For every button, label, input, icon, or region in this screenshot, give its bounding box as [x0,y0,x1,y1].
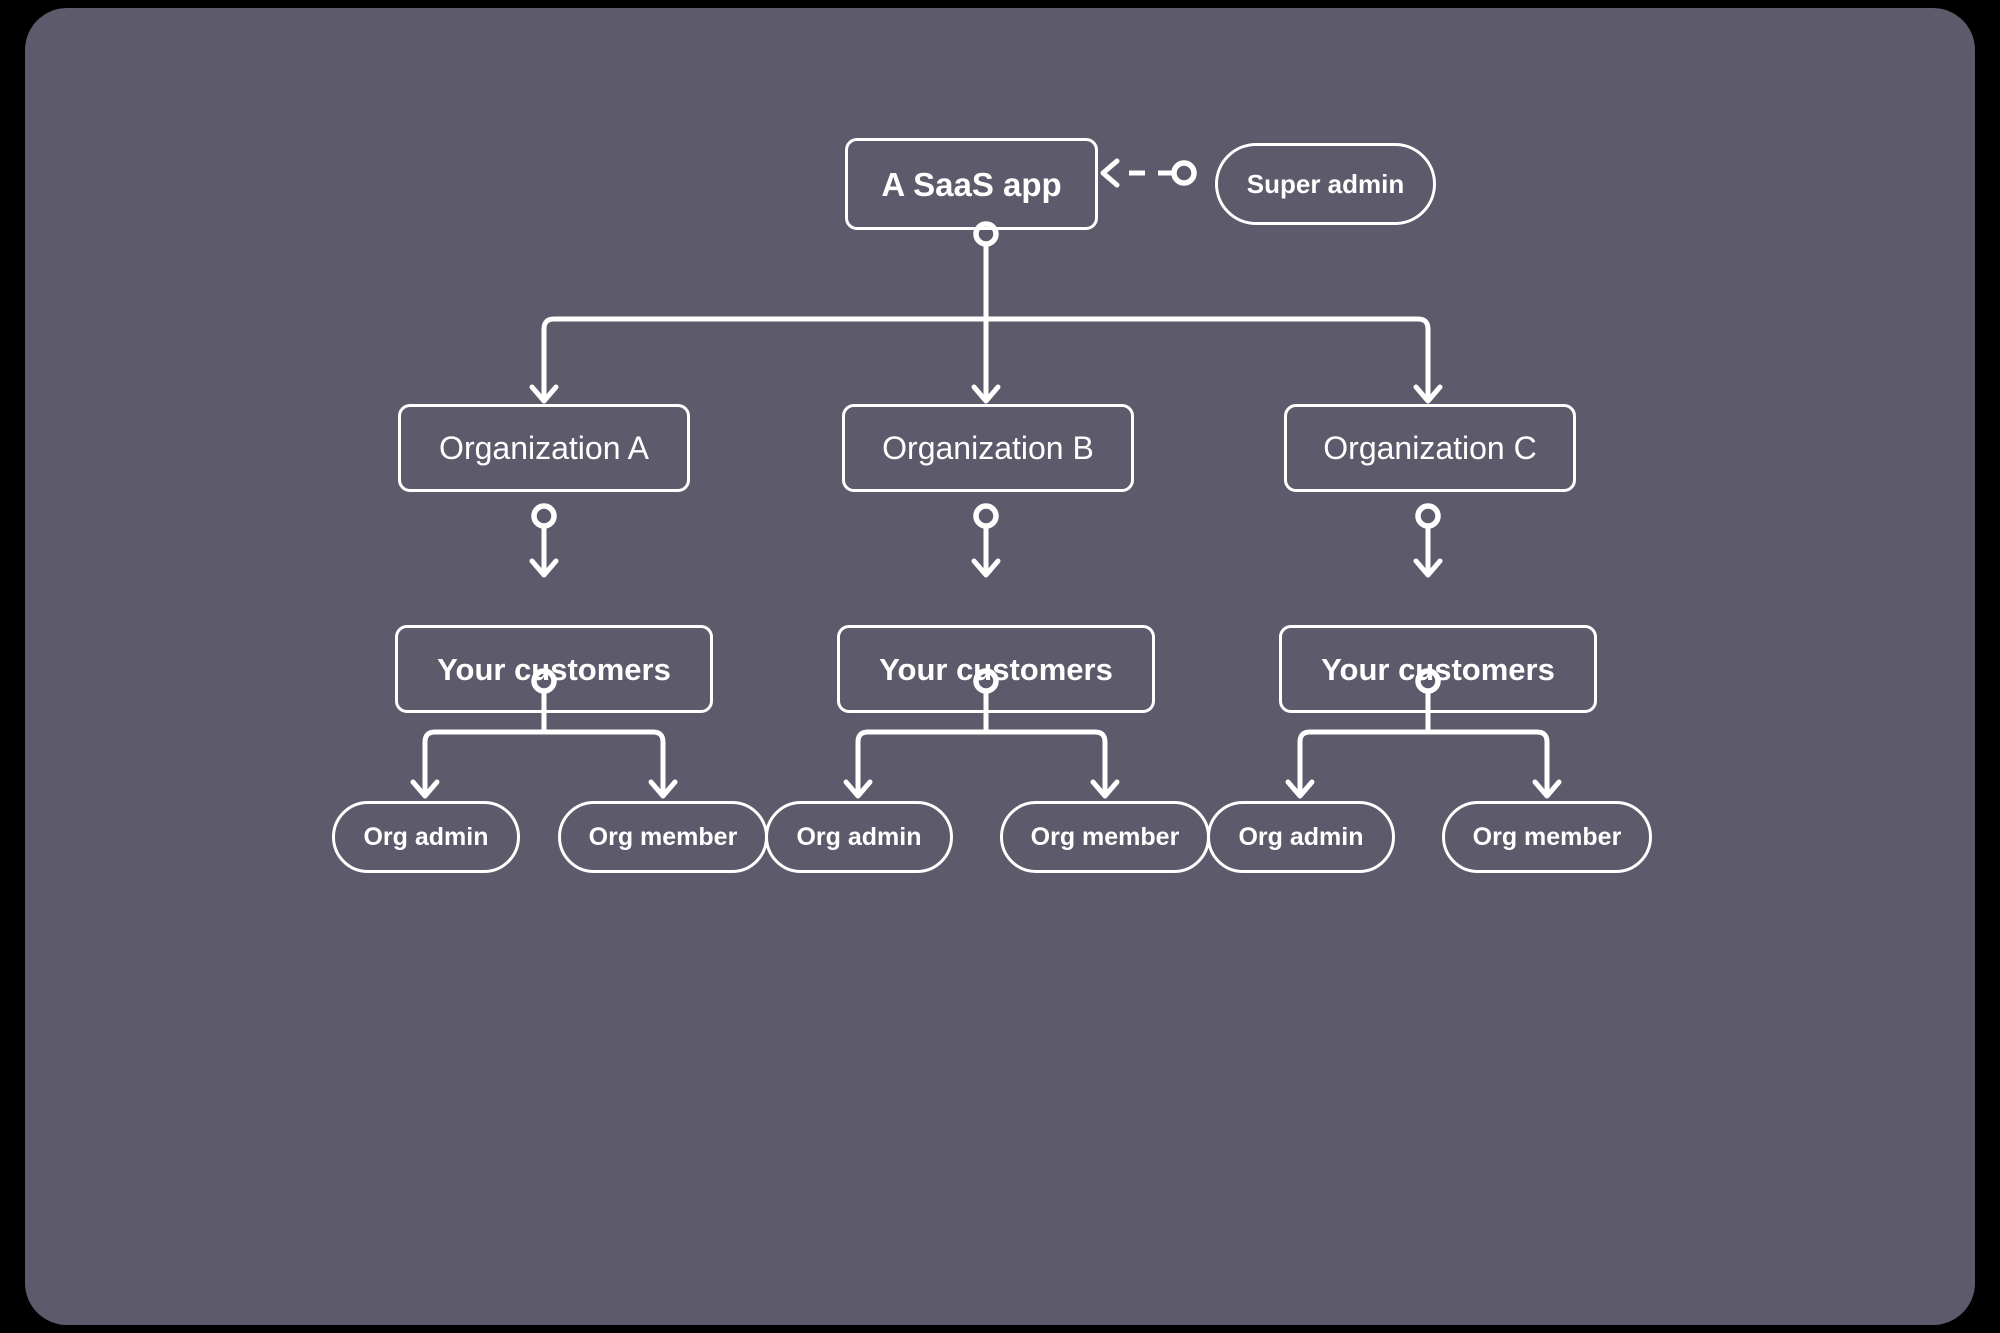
node-org-admin-b-label: Org admin [796,822,922,851]
node-your-customers-c[interactable]: Your customers [1279,625,1597,713]
node-org-admin-c-label: Org admin [1238,822,1364,851]
diagram-panel: .ln { fill:none; stroke:#ffffff; stroke-… [25,8,1975,1325]
node-org-admin-a-label: Org admin [363,822,489,851]
node-saas-app[interactable]: A SaaS app [845,138,1098,230]
node-your-customers-a[interactable]: Your customers [395,625,713,713]
node-super-admin-label: Super admin [1246,169,1405,199]
edge-organizations-to-customers [529,503,1443,578]
node-organization-a[interactable]: Organization A [398,404,690,492]
node-org-member-a[interactable]: Org member [558,801,768,873]
node-org-member-b-label: Org member [1030,822,1180,851]
node-your-customers-a-label: Your customers [437,651,671,687]
node-saas-app-label: A SaaS app [881,165,1062,203]
diagram-canvas: .ln { fill:none; stroke:#ffffff; stroke-… [0,0,2000,1333]
node-super-admin[interactable]: Super admin [1215,143,1436,225]
edge-app-to-organizations [529,221,1443,404]
node-your-customers-b[interactable]: Your customers [837,625,1155,713]
node-organization-b[interactable]: Organization B [842,404,1134,492]
node-org-member-b[interactable]: Org member [1000,801,1210,873]
node-your-customers-b-label: Your customers [879,651,1113,687]
node-org-member-c-label: Org member [1472,822,1622,851]
node-org-member-a-label: Org member [588,822,738,851]
node-organization-b-label: Organization B [882,430,1094,466]
node-your-customers-c-label: Your customers [1321,651,1555,687]
edge-superadmin-to-app [1100,158,1197,188]
node-org-admin-b[interactable]: Org admin [765,801,953,873]
node-organization-a-label: Organization A [439,430,649,466]
node-organization-c-label: Organization C [1323,430,1537,466]
node-organization-c[interactable]: Organization C [1284,404,1576,492]
node-org-admin-a[interactable]: Org admin [332,801,520,873]
node-org-admin-c[interactable]: Org admin [1207,801,1395,873]
node-org-member-c[interactable]: Org member [1442,801,1652,873]
